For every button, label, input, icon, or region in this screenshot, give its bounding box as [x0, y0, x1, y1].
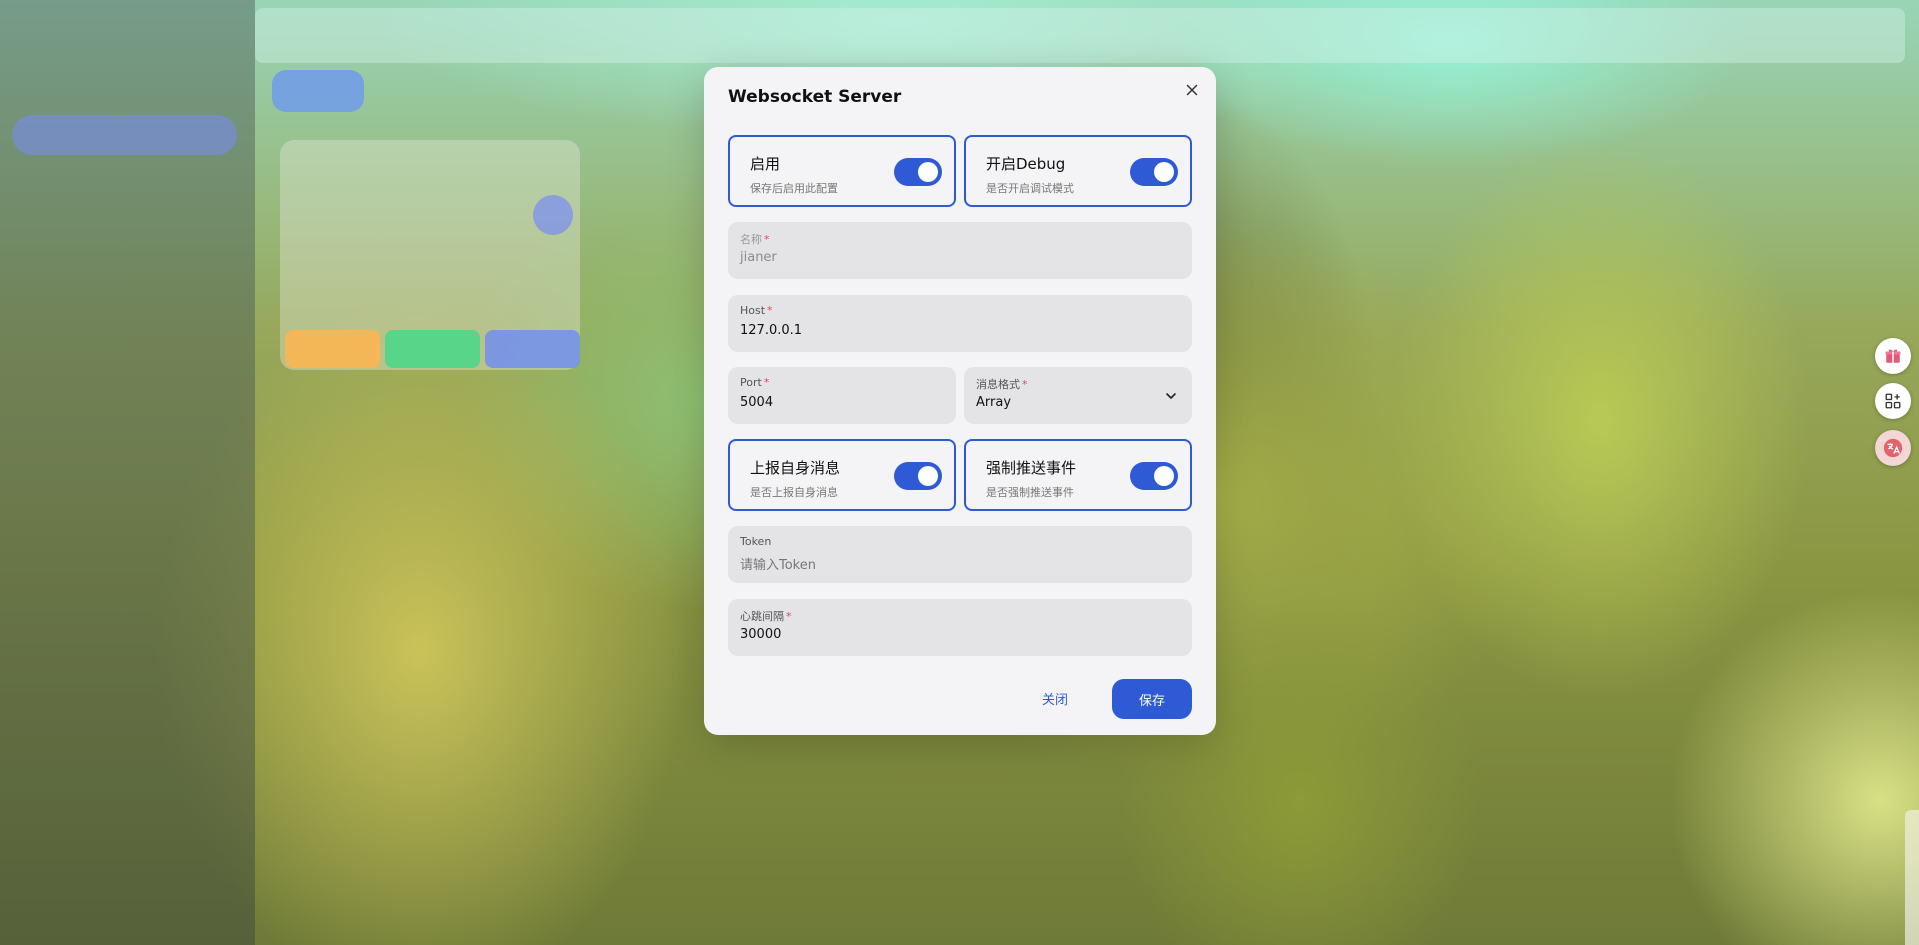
close-dialog-button[interactable]: 关闭	[1042, 689, 1068, 708]
background-button	[272, 70, 364, 112]
debug-label: 开启Debug	[986, 155, 1066, 173]
force-push-label: 强制推送事件	[986, 459, 1077, 477]
report-self-toggle-card[interactable]: 上报自身消息 是否上报自身消息	[728, 439, 956, 511]
token-label: Token	[740, 535, 772, 548]
port-label-text: Port	[740, 376, 762, 389]
required-mark: *	[764, 233, 770, 246]
apps-button[interactable]	[1875, 383, 1911, 419]
dialog-title: Websocket Server	[728, 87, 902, 107]
background-sidebar-active-item	[12, 115, 237, 155]
apps-grid-icon	[1885, 393, 1901, 409]
enable-switch[interactable]	[894, 158, 942, 186]
heartbeat-label: 心跳间隔 *	[740, 608, 792, 624]
host-label-text: Host	[740, 304, 766, 317]
message-format-value: Array	[976, 395, 1012, 410]
port-input[interactable]: Port * 5004	[728, 367, 956, 424]
background-dot	[533, 195, 573, 235]
switch-knob	[918, 466, 938, 486]
enable-toggle-card[interactable]: 启用 保存后启用此配置	[728, 135, 956, 207]
host-value: 127.0.0.1	[740, 323, 803, 338]
port-value: 5004	[740, 395, 774, 410]
enable-label: 启用	[750, 155, 781, 173]
close-icon	[1186, 84, 1198, 96]
name-label: 名称 *	[740, 231, 770, 247]
report-self-label: 上报自身消息	[750, 459, 841, 477]
close-button[interactable]	[1182, 80, 1202, 100]
message-format-label-text: 消息格式	[976, 378, 1020, 391]
required-mark: *	[1022, 378, 1028, 391]
switch-knob	[1154, 466, 1174, 486]
debug-description: 是否开启调试模式	[986, 182, 1074, 195]
switch-knob	[918, 162, 938, 182]
background-bar-orange	[285, 330, 380, 368]
host-label: Host *	[740, 304, 773, 317]
required-mark: *	[763, 376, 770, 389]
required-mark: *	[786, 610, 792, 623]
background-topbar	[255, 8, 1905, 63]
name-label-text: 名称	[740, 233, 762, 246]
debug-toggle-card[interactable]: 开启Debug 是否开启调试模式	[964, 135, 1192, 207]
name-field: 名称 * jianer	[728, 222, 1192, 279]
translate-icon	[1883, 438, 1903, 458]
port-label: Port *	[740, 376, 769, 389]
force-push-toggle-card[interactable]: 强制推送事件 是否强制推送事件	[964, 439, 1192, 511]
report-self-switch[interactable]	[894, 462, 942, 490]
heartbeat-interval-input[interactable]: 心跳间隔 * 30000	[728, 599, 1192, 656]
switch-knob	[1154, 162, 1174, 182]
force-push-description: 是否强制推送事件	[986, 486, 1074, 499]
chevron-down-icon	[1166, 393, 1176, 399]
heartbeat-label-text: 心跳间隔	[740, 610, 784, 623]
name-value: jianer	[740, 250, 777, 265]
gift-icon	[1885, 349, 1901, 363]
host-input[interactable]: Host * 127.0.0.1	[728, 295, 1192, 352]
websocket-server-dialog: Websocket Server 启用 保存后启用此配置 开启Debug 是否开…	[704, 67, 1216, 735]
message-format-select[interactable]: 消息格式 * Array	[964, 367, 1192, 424]
background-bar-blue	[485, 330, 580, 368]
heartbeat-value: 30000	[740, 627, 782, 642]
token-input[interactable]: Token 请输入Token	[728, 526, 1192, 583]
save-button[interactable]: 保存	[1112, 679, 1192, 719]
background-right-panel-edge	[1905, 810, 1919, 945]
debug-switch[interactable]	[1130, 158, 1178, 186]
token-placeholder: 请输入Token	[740, 558, 816, 573]
message-format-label: 消息格式 *	[976, 376, 1028, 392]
required-mark: *	[767, 304, 773, 317]
translate-button[interactable]	[1875, 430, 1911, 466]
force-push-switch[interactable]	[1130, 462, 1178, 490]
background-bar-green	[385, 330, 480, 368]
report-self-description: 是否上报自身消息	[750, 486, 838, 499]
enable-description: 保存后启用此配置	[750, 182, 838, 195]
gift-button[interactable]	[1875, 338, 1911, 374]
background-sidebar	[0, 0, 255, 945]
